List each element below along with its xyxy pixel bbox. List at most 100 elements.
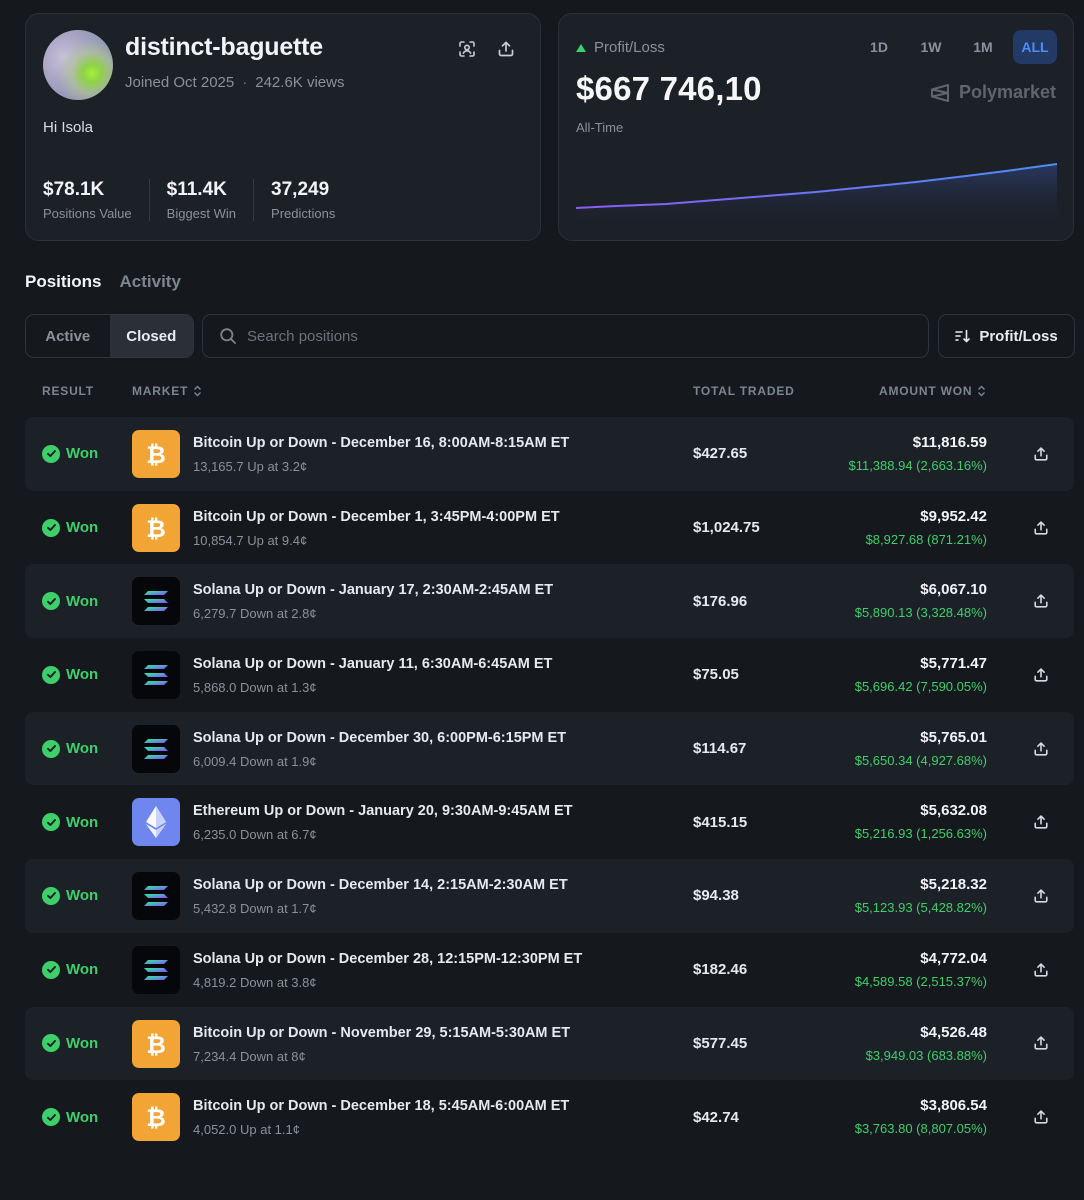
check-circle-icon — [42, 665, 60, 684]
column-result: RESULT — [42, 384, 94, 398]
market-title[interactable]: Bitcoin Up or Down - November 29, 5:15AM… — [193, 1025, 570, 1041]
table-row[interactable]: Won ₿ Bitcoin Up or Down - December 1, 3… — [25, 491, 1074, 565]
polymarket-icon — [930, 83, 949, 102]
scan-icon[interactable] — [455, 37, 479, 61]
stat-value: $78.1K — [43, 179, 105, 200]
share-icon[interactable] — [1033, 785, 1049, 859]
share-icon[interactable] — [1033, 564, 1049, 638]
market-position: 13,165.7 Up at 3.2¢ — [193, 459, 308, 474]
result-cell: Won — [42, 564, 98, 638]
share-icon[interactable] — [494, 37, 518, 61]
profit-gain: $11,388.94 (2,663.16%) — [848, 458, 987, 473]
solana-icon — [132, 872, 180, 921]
tab-positions[interactable]: Positions — [25, 272, 102, 292]
sort-icon — [955, 329, 971, 343]
column-total-traded-label: TOTAL TRADED — [693, 384, 795, 398]
market-title[interactable]: Solana Up or Down - December 28, 12:15PM… — [193, 951, 582, 967]
market-title[interactable]: Solana Up or Down - January 11, 6:30AM-6… — [193, 656, 552, 672]
share-icon[interactable] — [1033, 712, 1049, 786]
share-icon[interactable] — [1033, 638, 1049, 712]
pnl-sparkline — [576, 163, 1057, 234]
market-title[interactable]: Solana Up or Down - January 17, 2:30AM-2… — [193, 582, 553, 598]
result-label: Won — [66, 519, 99, 537]
amount-won: $5,765.01 — [920, 728, 987, 746]
table-row[interactable]: Won Ethereum Up or Down - January 20, 9:… — [25, 785, 1074, 859]
total-traded: $1,024.75 — [693, 519, 760, 537]
table-row[interactable]: Won ₿ Bitcoin Up or Down - December 18, … — [25, 1080, 1074, 1154]
profit-gain: $8,927.68 (871.21%) — [865, 531, 987, 547]
search-box — [202, 314, 929, 358]
result-cell: Won — [42, 1007, 98, 1081]
amount-won: $9,952.42 — [920, 507, 987, 525]
tab-activity[interactable]: Activity — [120, 272, 181, 292]
column-market[interactable]: MARKET — [132, 384, 202, 398]
sort-button[interactable]: Profit/Loss — [938, 314, 1075, 358]
bitcoin-icon: ₿ — [132, 1093, 180, 1142]
market-position: 4,819.2 Down at 3.8¢ — [193, 974, 317, 990]
market-title[interactable]: Solana Up or Down - December 14, 2:15AM-… — [193, 877, 568, 893]
profit-gain: $5,216.93 (1,256.63%) — [854, 826, 987, 842]
bitcoin-icon: ₿ — [132, 430, 180, 478]
stat-label: Positions Value — [43, 206, 132, 221]
check-circle-icon — [42, 1034, 60, 1053]
check-circle-icon — [42, 739, 60, 758]
range-1d[interactable]: 1D — [857, 30, 901, 64]
market-position: 10,854.7 Up at 9.4¢ — [193, 532, 308, 548]
result-cell: Won — [42, 712, 98, 786]
share-icon[interactable] — [1033, 933, 1049, 1007]
table-row[interactable]: Won Solana Up or Down - December 28, 12:… — [25, 933, 1074, 1007]
total-traded: $176.96 — [693, 592, 748, 610]
share-icon[interactable] — [1033, 417, 1049, 491]
result-cell: Won — [42, 417, 98, 491]
stat-value: 37,249 — [271, 179, 330, 200]
share-icon[interactable] — [1033, 859, 1049, 933]
avatar[interactable] — [43, 30, 113, 100]
profit-gain: $5,890.13 (3,328.48%) — [854, 605, 987, 621]
result-label: Won — [66, 740, 99, 758]
table-row[interactable]: Won Solana Up or Down - January 11, 6:30… — [25, 638, 1074, 712]
result-label: Won — [66, 1108, 99, 1126]
result-cell: Won — [42, 491, 98, 565]
sort-toggle-icon — [978, 385, 986, 397]
market-position: 4,052.0 Up at 1.1¢ — [193, 1122, 300, 1138]
bitcoin-icon: ₿ — [132, 1019, 180, 1068]
table-row[interactable]: Won Solana Up or Down - January 17, 2:30… — [25, 564, 1074, 639]
market-position: 5,432.8 Down at 1.7¢ — [193, 901, 317, 917]
market-title[interactable]: Bitcoin Up or Down - December 1, 3:45PM-… — [193, 509, 560, 525]
table-row[interactable]: Won ₿ Bitcoin Up or Down - December 16, … — [25, 417, 1074, 491]
stat-value: $11.4K — [166, 179, 227, 200]
table-row[interactable]: Won Solana Up or Down - December 14, 2:1… — [25, 859, 1074, 933]
pnl-header: Profit/Loss — [576, 39, 665, 56]
result-cell: Won — [42, 933, 98, 1007]
meta-separator: · — [242, 74, 248, 91]
range-1m[interactable]: 1M — [961, 30, 1005, 64]
market-title[interactable]: Bitcoin Up or Down - December 16, 8:00AM… — [193, 435, 569, 451]
search-input[interactable] — [247, 327, 887, 345]
market-title[interactable]: Bitcoin Up or Down - December 18, 5:45AM… — [193, 1098, 569, 1114]
stat-biggest-win: $11.4K Biggest Win — [166, 179, 255, 221]
column-amount-won-label: AMOUNT WON — [879, 384, 973, 398]
share-icon[interactable] — [1033, 491, 1049, 565]
table-row[interactable]: Won ₿ Bitcoin Up or Down - November 29, … — [25, 1006, 1074, 1081]
column-amount-won[interactable]: AMOUNT WON — [879, 384, 986, 398]
share-icon[interactable] — [1033, 1007, 1049, 1081]
range-all[interactable]: ALL — [1013, 30, 1057, 64]
market-title[interactable]: Ethereum Up or Down - January 20, 9:30AM… — [193, 803, 573, 819]
share-icon[interactable] — [1033, 1080, 1049, 1154]
total-traded: $577.45 — [693, 1034, 748, 1052]
svg-text:₿: ₿ — [146, 515, 166, 543]
amount-won: $3,806.54 — [920, 1097, 987, 1115]
segment-active[interactable]: Active — [26, 315, 110, 357]
market-position: 5,868.0 Down at 1.3¢ — [193, 680, 317, 696]
table-row[interactable]: Won Solana Up or Down - December 30, 6:0… — [25, 711, 1074, 786]
svg-text:₿: ₿ — [146, 441, 166, 469]
total-traded: $42.74 — [693, 1108, 739, 1126]
range-1w[interactable]: 1W — [909, 30, 953, 64]
total-traded: $114.67 — [693, 740, 747, 758]
market-title[interactable]: Solana Up or Down - December 30, 6:00PM-… — [193, 730, 566, 746]
joined-date: Joined Oct 2025 — [125, 74, 235, 91]
result-cell: Won — [42, 638, 98, 712]
segment-closed[interactable]: Closed — [109, 315, 193, 357]
bitcoin-icon: ₿ — [132, 503, 180, 552]
result-label: Won — [66, 961, 99, 979]
